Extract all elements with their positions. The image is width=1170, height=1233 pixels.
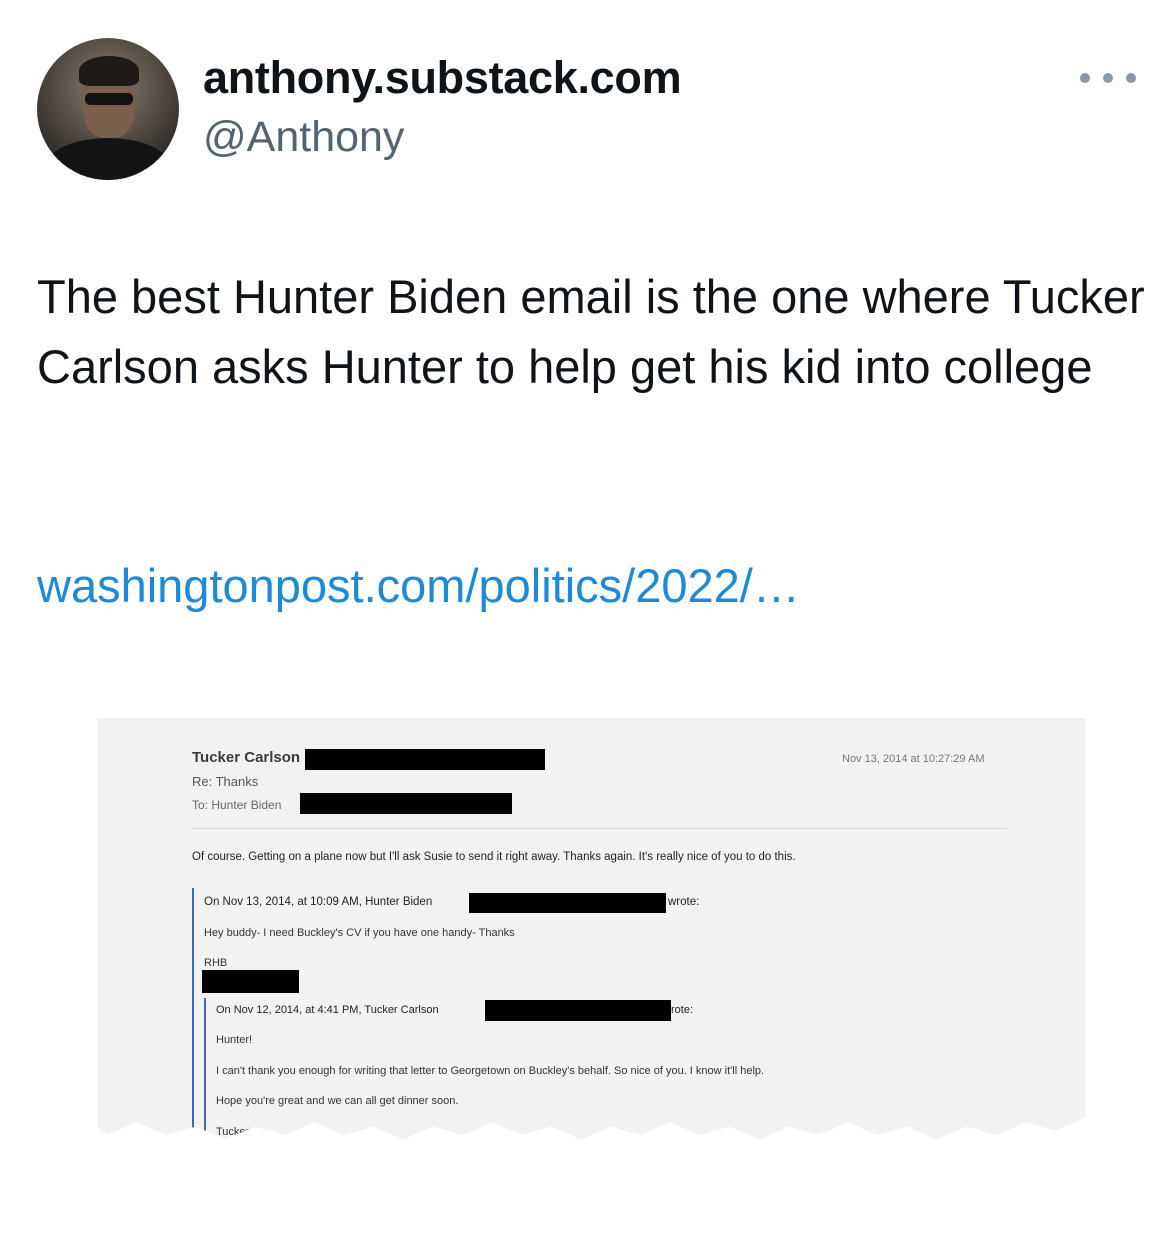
- tweet-text: The best Hunter Biden email is the one w…: [37, 270, 1145, 393]
- avatar-sunglasses: [85, 93, 133, 105]
- email-subject: Re: Thanks: [192, 774, 259, 789]
- quote2-wrote: rote:: [671, 1004, 694, 1016]
- quote1-body: Hey buddy- I need Buckley's CV if you ha…: [204, 927, 515, 939]
- email-from: Tucker Carlson: [192, 749, 301, 766]
- quote2-line: Hunter!: [216, 1034, 253, 1046]
- quote1-signature: RHB: [204, 957, 228, 969]
- tweet-link[interactable]: washingtonpost.com/politics/2022/…: [37, 558, 800, 613]
- dot: [1080, 73, 1090, 83]
- avatar[interactable]: [37, 38, 179, 180]
- quote-bar: [204, 998, 206, 1140]
- email-date: Nov 13, 2014 at 10:27:29 AM: [842, 753, 985, 765]
- more-options-icon[interactable]: [1080, 58, 1136, 98]
- dot: [1126, 73, 1136, 83]
- email-body: Of course. Getting on a plane now but I'…: [192, 851, 796, 863]
- redaction-bar: [305, 749, 545, 770]
- quote2-line: Hope you're great and we can all get din…: [216, 1095, 459, 1107]
- redaction-bar: [202, 970, 299, 993]
- avatar-shirt: [45, 138, 171, 180]
- quote2-header: On Nov 12, 2014, at 4:41 PM, Tucker Carl…: [216, 1004, 439, 1016]
- user-handle[interactable]: @Anthony: [203, 113, 404, 162]
- avatar-hair: [79, 56, 139, 86]
- email-screenshot-image[interactable]: Tucker Carlson Re: Thanks To: Hunter Bid…: [97, 718, 1085, 1140]
- quote2-line: I can't thank you enough for writing tha…: [216, 1065, 765, 1077]
- quote2-line: Tucker: [216, 1126, 250, 1138]
- redaction-bar: [485, 1000, 671, 1021]
- quote-bar: [192, 888, 194, 1140]
- quote1-header: On Nov 13, 2014, at 10:09 AM, Hunter Bid…: [204, 896, 433, 908]
- email-divider: [192, 828, 1007, 829]
- dot: [1103, 73, 1113, 83]
- redaction-bar: [300, 793, 512, 814]
- quote1-wrote: wrote:: [668, 896, 700, 908]
- display-name[interactable]: anthony.substack.com: [203, 52, 682, 104]
- redaction-bar: [469, 893, 666, 913]
- email-to: To: Hunter Biden: [192, 798, 282, 812]
